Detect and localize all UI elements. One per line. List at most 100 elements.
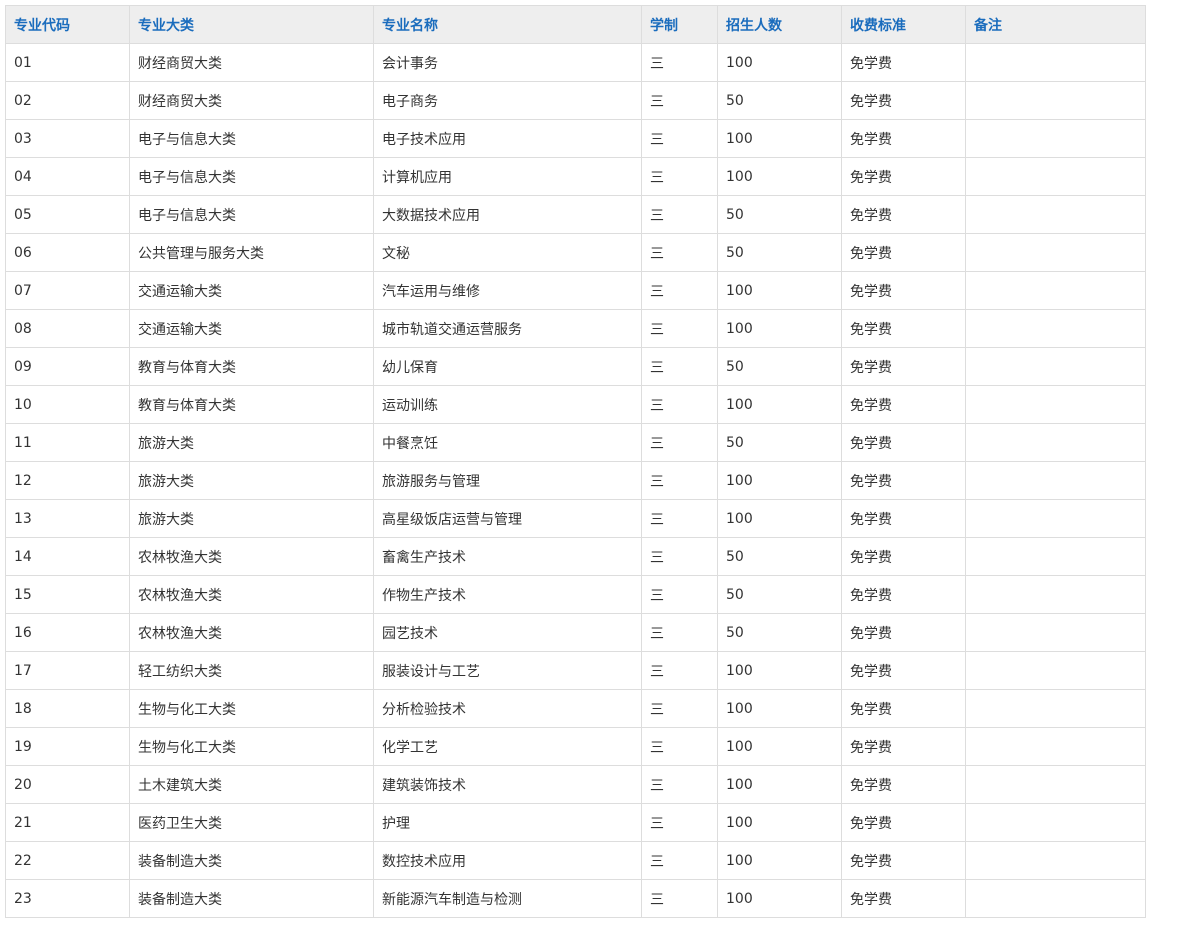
major-code-cell: 09 [5,347,130,386]
remarks-cell [965,347,1146,386]
enrollment-cell: 100 [717,157,842,196]
remarks-cell [965,233,1146,272]
remarks-cell [965,43,1146,82]
table-row: 09 教育与体育大类 幼儿保育三 50 免学费 [5,347,1146,386]
major-name-cell: 电子技术应用 [373,119,642,158]
table-row: 05 电子与信息大类 大数据技术应用三 50 免学费 [5,195,1146,234]
table-body: 01 财经商贸大类 会计事务三 100 免学费 02 财经商贸大类 电子商务三 50 免学费 03 电… [5,43,1146,918]
duration-cell: 三 [641,233,718,272]
fee-cell: 免学费 [841,841,966,880]
major-code-cell: 11 [5,423,130,462]
major-category-cell: 旅游大类 [129,499,374,538]
major-category-cell: 生物与化工大类 [129,689,374,728]
major-category-cell: 生物与化工大类 [129,727,374,766]
major-code-cell: 02 [5,81,130,120]
header-major-category: 专业大类 [129,5,374,44]
major-category-cell: 医药卫生大类 [129,803,374,842]
header-major-name: 专业名称 [373,5,642,44]
duration-cell: 三 [641,651,718,690]
table-row: 13 旅游大类 高星级饭店运营与管理三 100 免学费 [5,499,1146,538]
duration-cell: 三 [641,765,718,804]
remarks-cell [965,81,1146,120]
major-name-cell: 汽车运用与维修 [373,271,642,310]
duration-cell: 三 [641,385,718,424]
major-code-cell: 22 [5,841,130,880]
major-code-cell: 04 [5,157,130,196]
fee-cell: 免学费 [841,499,966,538]
table-row: 07 交通运输大类 汽车运用与维修三 100 免学费 [5,271,1146,310]
enrollment-cell: 50 [717,537,842,576]
major-code-cell: 07 [5,271,130,310]
major-name-cell: 数控技术应用 [373,841,642,880]
enrollment-cell: 100 [717,43,842,82]
enrollment-cell: 50 [717,81,842,120]
enrollment-cell: 100 [717,841,842,880]
fee-cell: 免学费 [841,803,966,842]
remarks-cell [965,727,1146,766]
major-name-cell: 新能源汽车制造与检测 [373,879,642,918]
major-category-cell: 农林牧渔大类 [129,537,374,576]
major-code-cell: 16 [5,613,130,652]
table-row: 06 公共管理与服务大类 文秘三 50 免学费 [5,233,1146,272]
major-code-cell: 06 [5,233,130,272]
fee-cell: 免学费 [841,651,966,690]
major-code-cell: 17 [5,651,130,690]
table-row: 14 农林牧渔大类 畜禽生产技术三 50 免学费 [5,537,1146,576]
enrollment-cell: 50 [717,613,842,652]
major-name-cell: 文秘 [373,233,642,272]
enrollment-cell: 50 [717,347,842,386]
duration-cell: 三 [641,879,718,918]
major-name-cell: 作物生产技术 [373,575,642,614]
major-name-cell: 分析检验技术 [373,689,642,728]
table-row: 02 财经商贸大类 电子商务三 50 免学费 [5,81,1146,120]
table-row: 20 土木建筑大类 建筑装饰技术三 100 免学费 [5,765,1146,804]
duration-cell: 三 [641,499,718,538]
major-category-cell: 交通运输大类 [129,271,374,310]
fee-cell: 免学费 [841,461,966,500]
fee-cell: 免学费 [841,195,966,234]
duration-cell: 三 [641,43,718,82]
header-enrollment: 招生人数 [717,5,842,44]
remarks-cell [965,423,1146,462]
duration-cell: 三 [641,309,718,348]
major-name-cell: 护理 [373,803,642,842]
fee-cell: 免学费 [841,613,966,652]
major-category-cell: 旅游大类 [129,423,374,462]
enrollment-cell: 100 [717,119,842,158]
enrollment-cell: 50 [717,423,842,462]
enrollment-cell: 100 [717,651,842,690]
major-category-cell: 装备制造大类 [129,841,374,880]
major-code-cell: 13 [5,499,130,538]
remarks-cell [965,385,1146,424]
major-category-cell: 电子与信息大类 [129,157,374,196]
table-row: 17 轻工纺织大类 服装设计与工艺三 100 免学费 [5,651,1146,690]
major-category-cell: 教育与体育大类 [129,347,374,386]
major-category-cell: 土木建筑大类 [129,765,374,804]
remarks-cell [965,575,1146,614]
fee-cell: 免学费 [841,879,966,918]
remarks-cell [965,309,1146,348]
remarks-cell [965,803,1146,842]
major-name-cell: 电子商务 [373,81,642,120]
fee-cell: 免学费 [841,537,966,576]
table-row: 19 生物与化工大类 化学工艺三 100 免学费 [5,727,1146,766]
table-row: 22 装备制造大类 数控技术应用三 100 免学费 [5,841,1146,880]
major-code-cell: 14 [5,537,130,576]
enrollment-cell: 100 [717,461,842,500]
major-name-cell: 城市轨道交通运营服务 [373,309,642,348]
remarks-cell [965,537,1146,576]
major-code-cell: 18 [5,689,130,728]
enrollment-cell: 100 [717,385,842,424]
fee-cell: 免学费 [841,689,966,728]
major-code-cell: 20 [5,765,130,804]
major-code-cell: 12 [5,461,130,500]
enrollment-cell: 100 [717,727,842,766]
enrollment-cell: 100 [717,271,842,310]
table-row: 18 生物与化工大类 分析检验技术三 100 免学费 [5,689,1146,728]
remarks-cell [965,765,1146,804]
duration-cell: 三 [641,803,718,842]
fee-cell: 免学费 [841,347,966,386]
duration-cell: 三 [641,575,718,614]
major-name-cell: 旅游服务与管理 [373,461,642,500]
remarks-cell [965,651,1146,690]
